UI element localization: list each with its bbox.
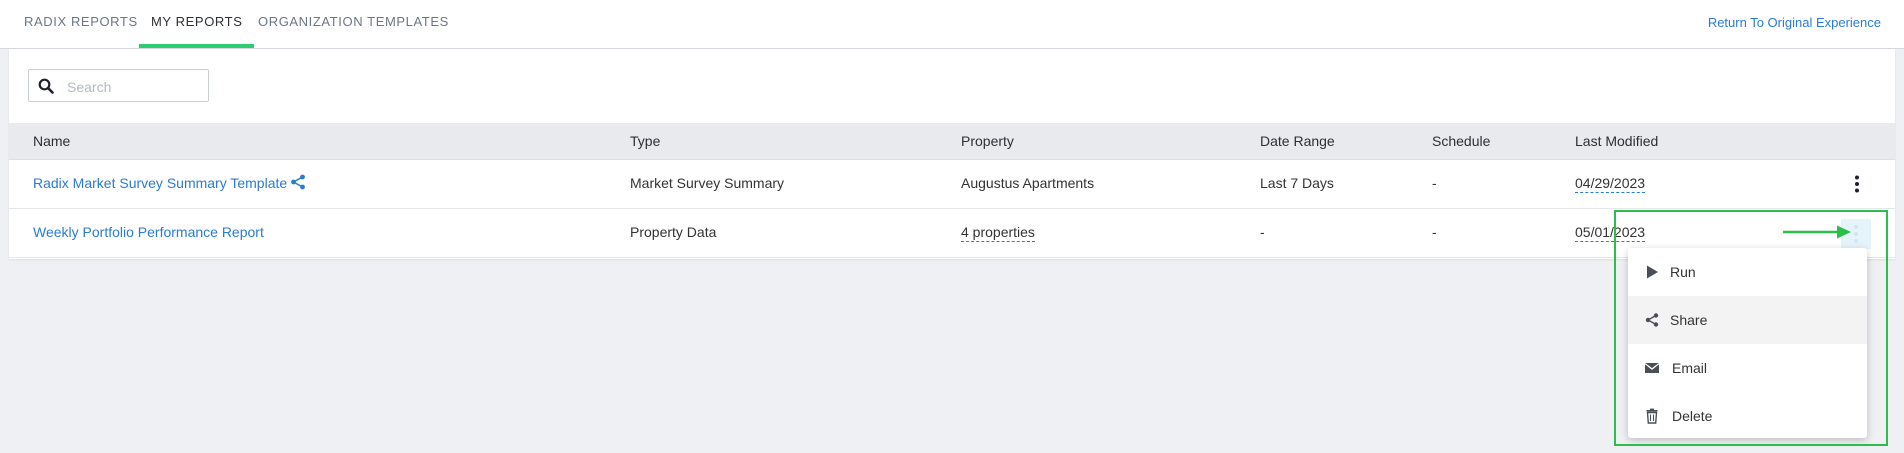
report-property-link[interactable]: 4 properties	[961, 224, 1035, 242]
report-name-link[interactable]: Radix Market Survey Summary Template	[33, 175, 287, 191]
top-navigation: RADIX REPORTS MY REPORTS ORGANIZATION TE…	[0, 0, 1904, 49]
report-type: Property Data	[630, 224, 717, 240]
report-property: Augustus Apartments	[961, 175, 1095, 191]
menu-item-label: Email	[1672, 360, 1708, 376]
tab-organization-templates[interactable]: ORGANIZATION TEMPLATES	[246, 0, 461, 48]
column-header-schedule[interactable]: Schedule	[1432, 133, 1490, 149]
menu-item-delete[interactable]: Delete	[1628, 392, 1867, 440]
search-box[interactable]	[28, 69, 209, 102]
report-name-link[interactable]: Weekly Portfolio Performance Report	[33, 224, 264, 240]
menu-item-label: Delete	[1672, 408, 1713, 424]
column-header-type[interactable]: Type	[630, 133, 660, 149]
report-last-modified[interactable]: 05/01/2023	[1575, 224, 1646, 242]
play-icon	[1647, 265, 1658, 279]
menu-item-label: Run	[1670, 264, 1696, 280]
report-date-range: Last 7 Days	[1260, 175, 1334, 191]
column-header-property[interactable]: Property	[961, 133, 1014, 149]
report-date-range: -	[1260, 224, 1265, 240]
share-icon	[1645, 313, 1659, 327]
report-last-modified[interactable]: 04/29/2023	[1575, 175, 1646, 193]
search-input[interactable]	[65, 76, 205, 98]
column-header-name[interactable]: Name	[33, 133, 70, 149]
more-actions-icon[interactable]	[1845, 172, 1869, 196]
menu-item-label: Share	[1670, 312, 1708, 328]
tab-radix-reports[interactable]: RADIX REPORTS	[12, 0, 150, 48]
column-header-last-modified[interactable]: Last Modified	[1575, 133, 1658, 149]
search-icon	[38, 78, 54, 94]
table-header: Name Type Property Date Range Schedule L…	[9, 123, 1895, 160]
table-row: Weekly Portfolio Performance Report Prop…	[9, 209, 1895, 258]
share-icon[interactable]	[290, 174, 306, 190]
report-schedule: -	[1432, 175, 1437, 191]
annotation-arrow-icon	[1783, 225, 1851, 239]
tab-my-reports[interactable]: MY REPORTS	[139, 0, 255, 48]
return-to-original-link[interactable]: Return To Original Experience	[1708, 15, 1881, 30]
table-row: Radix Market Survey Summary Template Mar…	[9, 160, 1895, 209]
report-schedule: -	[1432, 224, 1437, 240]
menu-item-share[interactable]: Share	[1628, 296, 1867, 344]
menu-item-email[interactable]: Email	[1628, 344, 1867, 392]
menu-item-run[interactable]: Run	[1628, 248, 1867, 296]
row-actions-menu: Run Share Email Delete	[1628, 248, 1867, 438]
envelope-icon	[1644, 362, 1660, 373]
reports-panel: Name Type Property Date Range Schedule L…	[9, 49, 1895, 259]
report-type: Market Survey Summary	[630, 175, 785, 191]
trash-icon	[1646, 408, 1658, 424]
column-header-date-range[interactable]: Date Range	[1260, 133, 1335, 149]
